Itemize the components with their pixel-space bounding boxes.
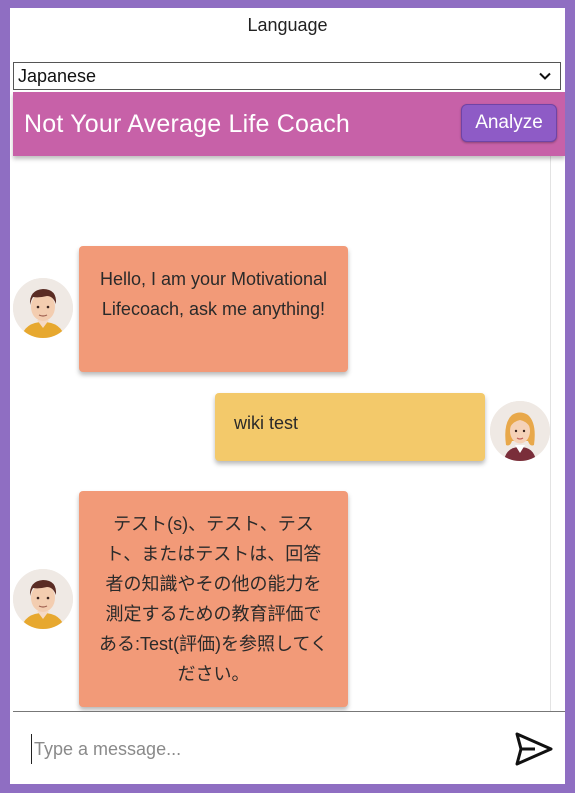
app-header: Not Your Average Life Coach Analyze <box>13 92 565 156</box>
composer-bar <box>13 711 565 784</box>
app-title: Not Your Average Life Coach <box>24 109 351 138</box>
send-icon[interactable] <box>515 732 553 766</box>
chevron-down-icon <box>538 67 552 88</box>
message-text: wiki test <box>234 413 299 433</box>
language-select[interactable]: Japanese <box>13 62 561 90</box>
message-text: テスト(s)、テスト、テスト、またはテストは、回答者の知識やその他の能力を測定す… <box>99 514 328 684</box>
user-message-bubble: wiki test <box>215 393 485 461</box>
language-selected-value: Japanese <box>18 65 97 86</box>
bot-message-bubble: テスト(s)、テスト、テスト、またはテストは、回答者の知識やその他の能力を測定す… <box>79 491 348 707</box>
language-label: Language <box>247 15 328 35</box>
bot-avatar <box>13 569 73 629</box>
app-frame: Language Japanese Not Your Average Life … <box>10 8 565 784</box>
chat-area[interactable]: Hello, I am your Motivational Lifecoach,… <box>13 156 551 711</box>
user-avatar <box>490 401 550 461</box>
analyze-button[interactable]: Analyze <box>461 104 557 142</box>
message-input[interactable] <box>31 734 496 764</box>
message-text: Hello, I am your Motivational Lifecoach,… <box>99 269 328 319</box>
bot-message-bubble: Hello, I am your Motivational Lifecoach,… <box>79 246 348 372</box>
bot-avatar <box>13 278 73 338</box>
